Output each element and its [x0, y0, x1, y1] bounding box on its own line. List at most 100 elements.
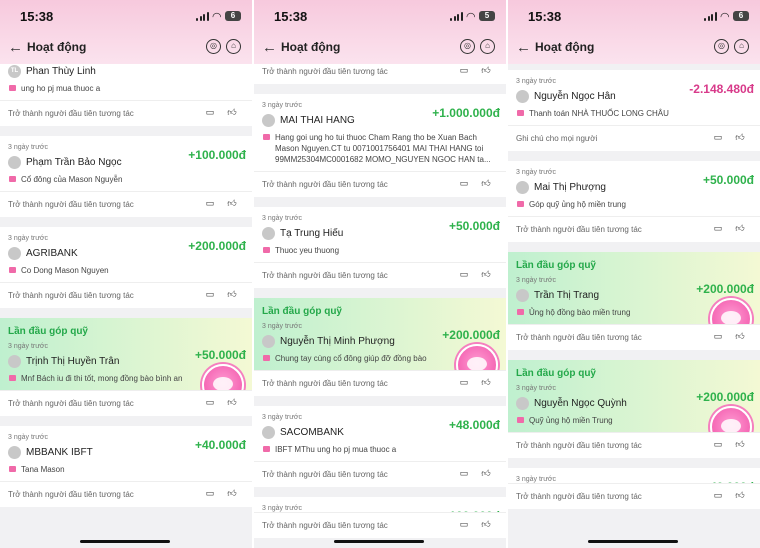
footer-text[interactable]: Trở thành người đầu tiên tương tác	[516, 441, 642, 450]
activity-card[interactable]: 3 ngày trước+40.000đTrở thành người đầu …	[508, 468, 760, 509]
like-icon[interactable]: 👍︎	[480, 65, 492, 76]
footer-text[interactable]: Trở thành người đầu tiên tương tác	[262, 180, 388, 189]
comment-icon[interactable]: ▭	[712, 331, 724, 342]
card-footer: Trở thành người đầu tiên tương tác ▭ 👍︎	[508, 216, 760, 242]
message-icon	[9, 375, 16, 381]
like-icon[interactable]: 👍︎	[480, 519, 492, 530]
activity-card[interactable]: 3 ngày trước +48.000đ SACOMBANK IBFT MThu u…	[254, 406, 506, 487]
like-icon[interactable]: 👍︎	[226, 107, 238, 118]
comment-icon[interactable]: ▭	[204, 397, 216, 408]
top-bar: 15:38 ◠ 6 ← Hoạt động ◎ ⌂	[0, 0, 252, 64]
comment-icon[interactable]: ▭	[458, 269, 470, 280]
comment-icon[interactable]: ▭	[458, 377, 470, 388]
status-bar: 15:38 ◠ 6	[0, 0, 252, 30]
comment-icon[interactable]: ▭	[204, 289, 216, 300]
donor-name: Tạ Trung Hiếu	[280, 228, 344, 239]
like-icon[interactable]: 👍︎	[734, 490, 746, 501]
like-icon[interactable]: 👍︎	[480, 377, 492, 388]
footer-text[interactable]: Trở thành người đầu tiên tương tác	[516, 333, 642, 342]
battery-icon: 6	[733, 11, 749, 21]
footer-text[interactable]: Trở thành người đầu tiên tương tác	[8, 490, 134, 499]
support-icon[interactable]: ◎	[714, 39, 729, 54]
activity-card[interactable]: 3 ngày trước+100.000đTrở thành người đầu…	[254, 497, 506, 538]
card-footer: Trở thành người đầu tiên tương tác ▭ 👍︎	[254, 512, 506, 538]
like-icon[interactable]: 👍︎	[226, 289, 238, 300]
message-text: IBFT MThu ung ho pj mua thuoc a	[275, 445, 397, 454]
message-icon	[9, 466, 16, 472]
battery-icon: 5	[479, 11, 495, 21]
like-icon[interactable]: 👍︎	[734, 223, 746, 234]
activity-card[interactable]: Lần đầu góp quỹ 3 ngày trước +200.000đ Nguy…	[508, 360, 760, 458]
home-icon[interactable]: ⌂	[480, 39, 495, 54]
comment-icon[interactable]: ▭	[712, 132, 724, 143]
avatar	[262, 114, 275, 127]
avatar	[516, 397, 529, 410]
footer-text[interactable]: Trở thành người đầu tiên tương tác	[516, 492, 642, 501]
card-footer: Trở thành người đầu tiên tương tác ▭ 👍︎	[508, 432, 760, 458]
like-icon[interactable]: 👍︎	[480, 269, 492, 280]
message-icon	[517, 201, 524, 207]
activity-card[interactable]: Lần đầu góp quỹ 3 ngày trước +50.000đ Trịnh…	[0, 318, 252, 416]
activity-card[interactable]: Lần đầu góp quỹ 3 ngày trước +200.000đ Nguy…	[254, 298, 506, 396]
comment-icon[interactable]: ▭	[204, 198, 216, 209]
comment-icon[interactable]: ▭	[458, 65, 470, 76]
comment-icon[interactable]: ▭	[204, 107, 216, 118]
home-icon[interactable]: ⌂	[734, 39, 749, 54]
nav-bar: ← Hoạt động ◎ ⌂	[508, 34, 760, 60]
comment-icon[interactable]: ▭	[712, 490, 724, 501]
footer-text[interactable]: Trở thành người đầu tiên tương tác	[262, 470, 388, 479]
activity-card[interactable]: 3 ngày trước +100.000đ Phạm Trần Bảo Ngọc C…	[0, 136, 252, 217]
comment-icon[interactable]: ▭	[458, 178, 470, 189]
comment-icon[interactable]: ▭	[204, 488, 216, 499]
home-indicator	[588, 540, 678, 543]
comment-icon[interactable]: ▭	[712, 223, 724, 234]
comment-icon[interactable]: ▭	[458, 519, 470, 530]
home-icon[interactable]: ⌂	[226, 39, 241, 54]
message-text: Quỹ ủng hộ miền Trung	[529, 416, 613, 425]
support-icon[interactable]: ◎	[460, 39, 475, 54]
footer-text[interactable]: Trở thành người đầu tiên tương tác	[8, 399, 134, 408]
like-icon[interactable]: 👍︎	[480, 468, 492, 479]
first-donation-label: Lần đầu góp quỹ	[262, 306, 342, 317]
like-icon[interactable]: 👍︎	[734, 439, 746, 450]
activity-card[interactable]: 3 ngày trước +50.000đ Mai Thị Phượng Góp qu…	[508, 161, 760, 242]
like-icon[interactable]: 👍︎	[226, 397, 238, 408]
like-icon[interactable]: 👍︎	[226, 198, 238, 209]
footer-text[interactable]: Trở thành người đầu tiên tương tác	[516, 225, 642, 234]
footer-text[interactable]: Trở thành người đầu tiên tương tác	[8, 109, 134, 118]
support-icon[interactable]: ◎	[206, 39, 221, 54]
arrow-left-icon[interactable]: ←	[262, 39, 277, 56]
message-row: Hang goi ung ho tui thuoc Cham Rang tho …	[262, 132, 498, 171]
message-row: Cổ đông của Mason Nguyễn	[8, 174, 244, 191]
activity-card[interactable]: 3 ngày trước +1.000.000đ MAI THAI HANG Hang…	[254, 94, 506, 197]
like-icon[interactable]: 👍︎	[480, 178, 492, 189]
footer-text[interactable]: Trở thành người đầu tiên tương tác	[262, 67, 388, 76]
comment-icon[interactable]: ▭	[712, 439, 724, 450]
footer-text[interactable]: Ghi chú cho mọi người	[516, 134, 597, 143]
card-footer: Trở thành người đầu tiên tương tác ▭ 👍︎	[254, 461, 506, 487]
activity-card[interactable]: 3 ngày trước +200.000đ AGRIBANK Co Dong Mas…	[0, 227, 252, 308]
avatar	[8, 446, 21, 459]
footer-text[interactable]: Trở thành người đầu tiên tương tác	[8, 200, 134, 209]
message-text: Góp quỹ ủng hộ miền trung	[529, 200, 626, 209]
activity-card[interactable]: Lần đầu góp quỹ 3 ngày trước +200.000đ Trần…	[508, 252, 760, 350]
arrow-left-icon[interactable]: ←	[8, 39, 23, 56]
activity-panel-3: 15:38 ◠ 6 ← Hoạt động ◎ ⌂ 3 ngày trước -2.148.48…	[508, 0, 760, 548]
message-text: Co Dong Mason Nguyen	[21, 266, 109, 275]
message-row: Thanh toán NHÀ THUỐC LONG CHÂU	[516, 108, 752, 125]
activity-card[interactable]: TL Phan Thùy Linh ung ho pj mua thuoc a Trở…	[0, 54, 252, 126]
footer-text[interactable]: Trở thành người đầu tiên tương tác	[262, 521, 388, 530]
like-icon[interactable]: 👍︎	[226, 488, 238, 499]
activity-card[interactable]: 3 ngày trước +40.000đ MBBANK IBFT Tana Maso…	[0, 426, 252, 507]
arrow-left-icon[interactable]: ←	[516, 39, 531, 56]
activity-card[interactable]: 3 ngày trước -2.148.480đ Nguyễn Ngọc Hân Th…	[508, 70, 760, 151]
like-icon[interactable]: 👍︎	[734, 132, 746, 143]
footer-text[interactable]: Trở thành người đầu tiên tương tác	[8, 291, 134, 300]
footer-text[interactable]: Trở thành người đầu tiên tương tác	[262, 271, 388, 280]
donor-name: Nguyễn Ngọc Quỳnh	[534, 398, 627, 409]
activity-card[interactable]: 3 ngày trước +50.000đ Tạ Trung Hiếu Thuoc y…	[254, 207, 506, 288]
signal-icon	[704, 12, 718, 21]
like-icon[interactable]: 👍︎	[734, 331, 746, 342]
comment-icon[interactable]: ▭	[458, 468, 470, 479]
footer-text[interactable]: Trở thành người đầu tiên tương tác	[262, 379, 388, 388]
